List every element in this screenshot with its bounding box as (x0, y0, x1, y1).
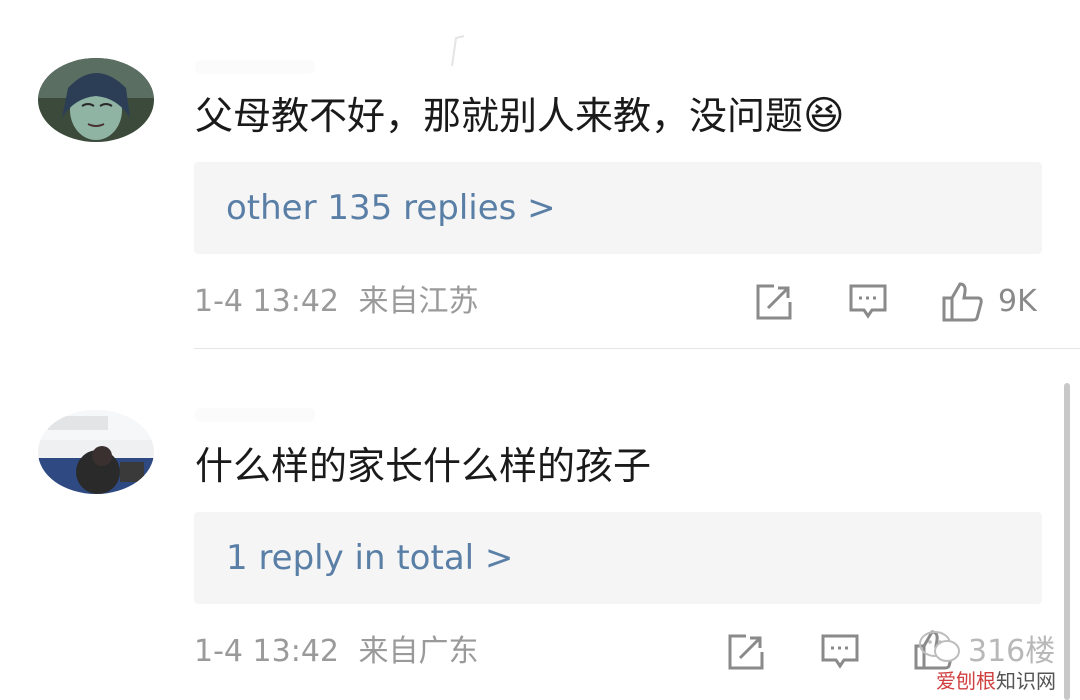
view-replies-link[interactable]: 1 reply in total > (226, 536, 513, 580)
laughing-emoji-icon: 😆 (803, 93, 845, 139)
username-blur (195, 60, 315, 74)
wechat-logo-icon (919, 631, 960, 662)
share-icon[interactable] (726, 632, 766, 672)
comment-text: 父母教不好，那就别人来教，没问题😆 (195, 93, 845, 139)
thumbs-up-icon[interactable] (940, 280, 984, 322)
timestamp: 1-4 13:42 (194, 284, 339, 319)
floor-label: 楼 (1025, 634, 1056, 669)
watermark-site: 知识网 (996, 669, 1056, 693)
comment-item: 父母教不好，那就别人来教，没问题😆 other 135 replies > 1-… (0, 0, 1080, 350)
comment-icon[interactable] (820, 633, 860, 671)
location: 来自广东 (358, 634, 479, 669)
view-replies-link[interactable]: other 135 replies > (226, 186, 556, 230)
comment-icon[interactable] (848, 283, 888, 321)
like-count: 9K (998, 284, 1037, 319)
divider (194, 348, 1080, 349)
comment-text: 什么样的家长什么样的孩子 (195, 444, 652, 488)
share-icon[interactable] (754, 282, 794, 322)
replies-box[interactable]: 1 reply in total > (194, 512, 1042, 604)
avatar[interactable] (38, 410, 154, 494)
watermark: 爱刨根知识网 (936, 665, 1056, 694)
avatar[interactable] (38, 58, 154, 142)
username-blur (195, 408, 315, 422)
timestamp: 1-4 13:42 (194, 634, 339, 669)
comment-meta: 1-4 13:42 来自江苏 (194, 282, 479, 322)
watermark-brand: 爱刨根 (936, 669, 996, 693)
replies-box[interactable]: other 135 replies > (194, 162, 1042, 254)
comment-meta: 1-4 13:42 来自广东 (194, 632, 479, 672)
location: 来自江苏 (358, 284, 479, 319)
scrollbar[interactable] (1064, 383, 1070, 700)
